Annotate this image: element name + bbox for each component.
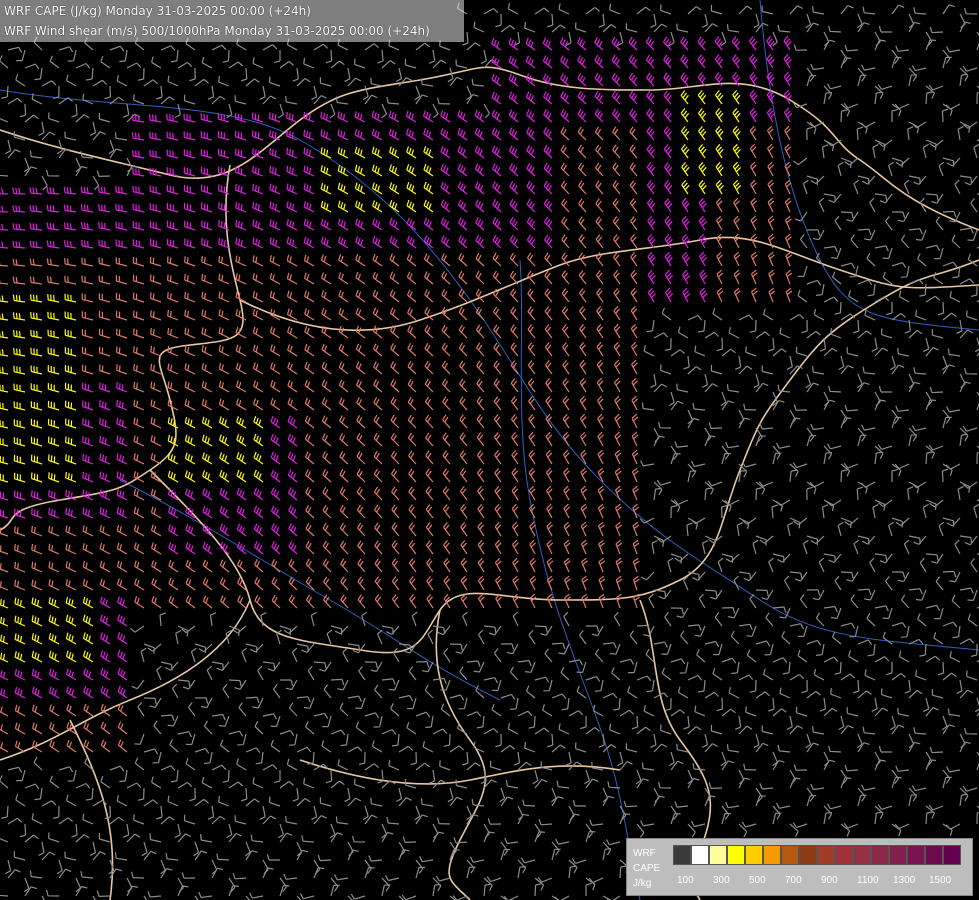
legend-swatch xyxy=(835,845,853,865)
legend-variable-label: CAPE xyxy=(633,863,661,874)
legend-swatch xyxy=(709,845,727,865)
legend-tick-labels: 100 300 500 700 900 1100 1300 1500 xyxy=(673,875,971,889)
legend-swatch xyxy=(871,845,889,865)
legend-tick-label: 900 xyxy=(821,875,838,886)
legend-swatch xyxy=(943,845,961,865)
legend-swatch xyxy=(673,845,691,865)
legend-tick-label: 300 xyxy=(713,875,730,886)
legend-swatch xyxy=(853,845,871,865)
legend-tick-label: 500 xyxy=(749,875,766,886)
legend-swatch xyxy=(889,845,907,865)
legend-swatch xyxy=(781,845,799,865)
legend-swatch xyxy=(907,845,925,865)
title-box: WRF CAPE (J/kg) Monday 31-03-2025 00:00 … xyxy=(0,0,464,42)
legend-swatch xyxy=(763,845,781,865)
legend-tick-label: 1100 xyxy=(857,875,879,886)
legend-swatch xyxy=(691,845,709,865)
legend-tick-label: 1500 xyxy=(929,875,952,886)
legend-tick-label: 100 xyxy=(677,875,694,886)
legend-tick-label: 1300 xyxy=(893,875,916,886)
legend-swatch xyxy=(799,845,817,865)
legend-swatch xyxy=(817,845,835,865)
weather-map xyxy=(0,0,979,900)
cape-title: WRF CAPE (J/kg) Monday 31-03-2025 00:00 … xyxy=(4,4,311,18)
legend-tick-label: 700 xyxy=(785,875,802,886)
legend-model-label: WRF xyxy=(633,848,656,859)
legend-unit-label: J/kg xyxy=(633,878,652,889)
legend-swatch xyxy=(727,845,745,865)
legend-swatch xyxy=(925,845,943,865)
shear-title: WRF Wind shear (m/s) 500/1000hPa Monday … xyxy=(4,24,430,38)
legend-swatch xyxy=(745,845,763,865)
legend-color-scale xyxy=(673,845,961,865)
cape-legend: WRF CAPE J/kg 100 300 500 700 900 1100 1300 150… xyxy=(626,838,973,896)
